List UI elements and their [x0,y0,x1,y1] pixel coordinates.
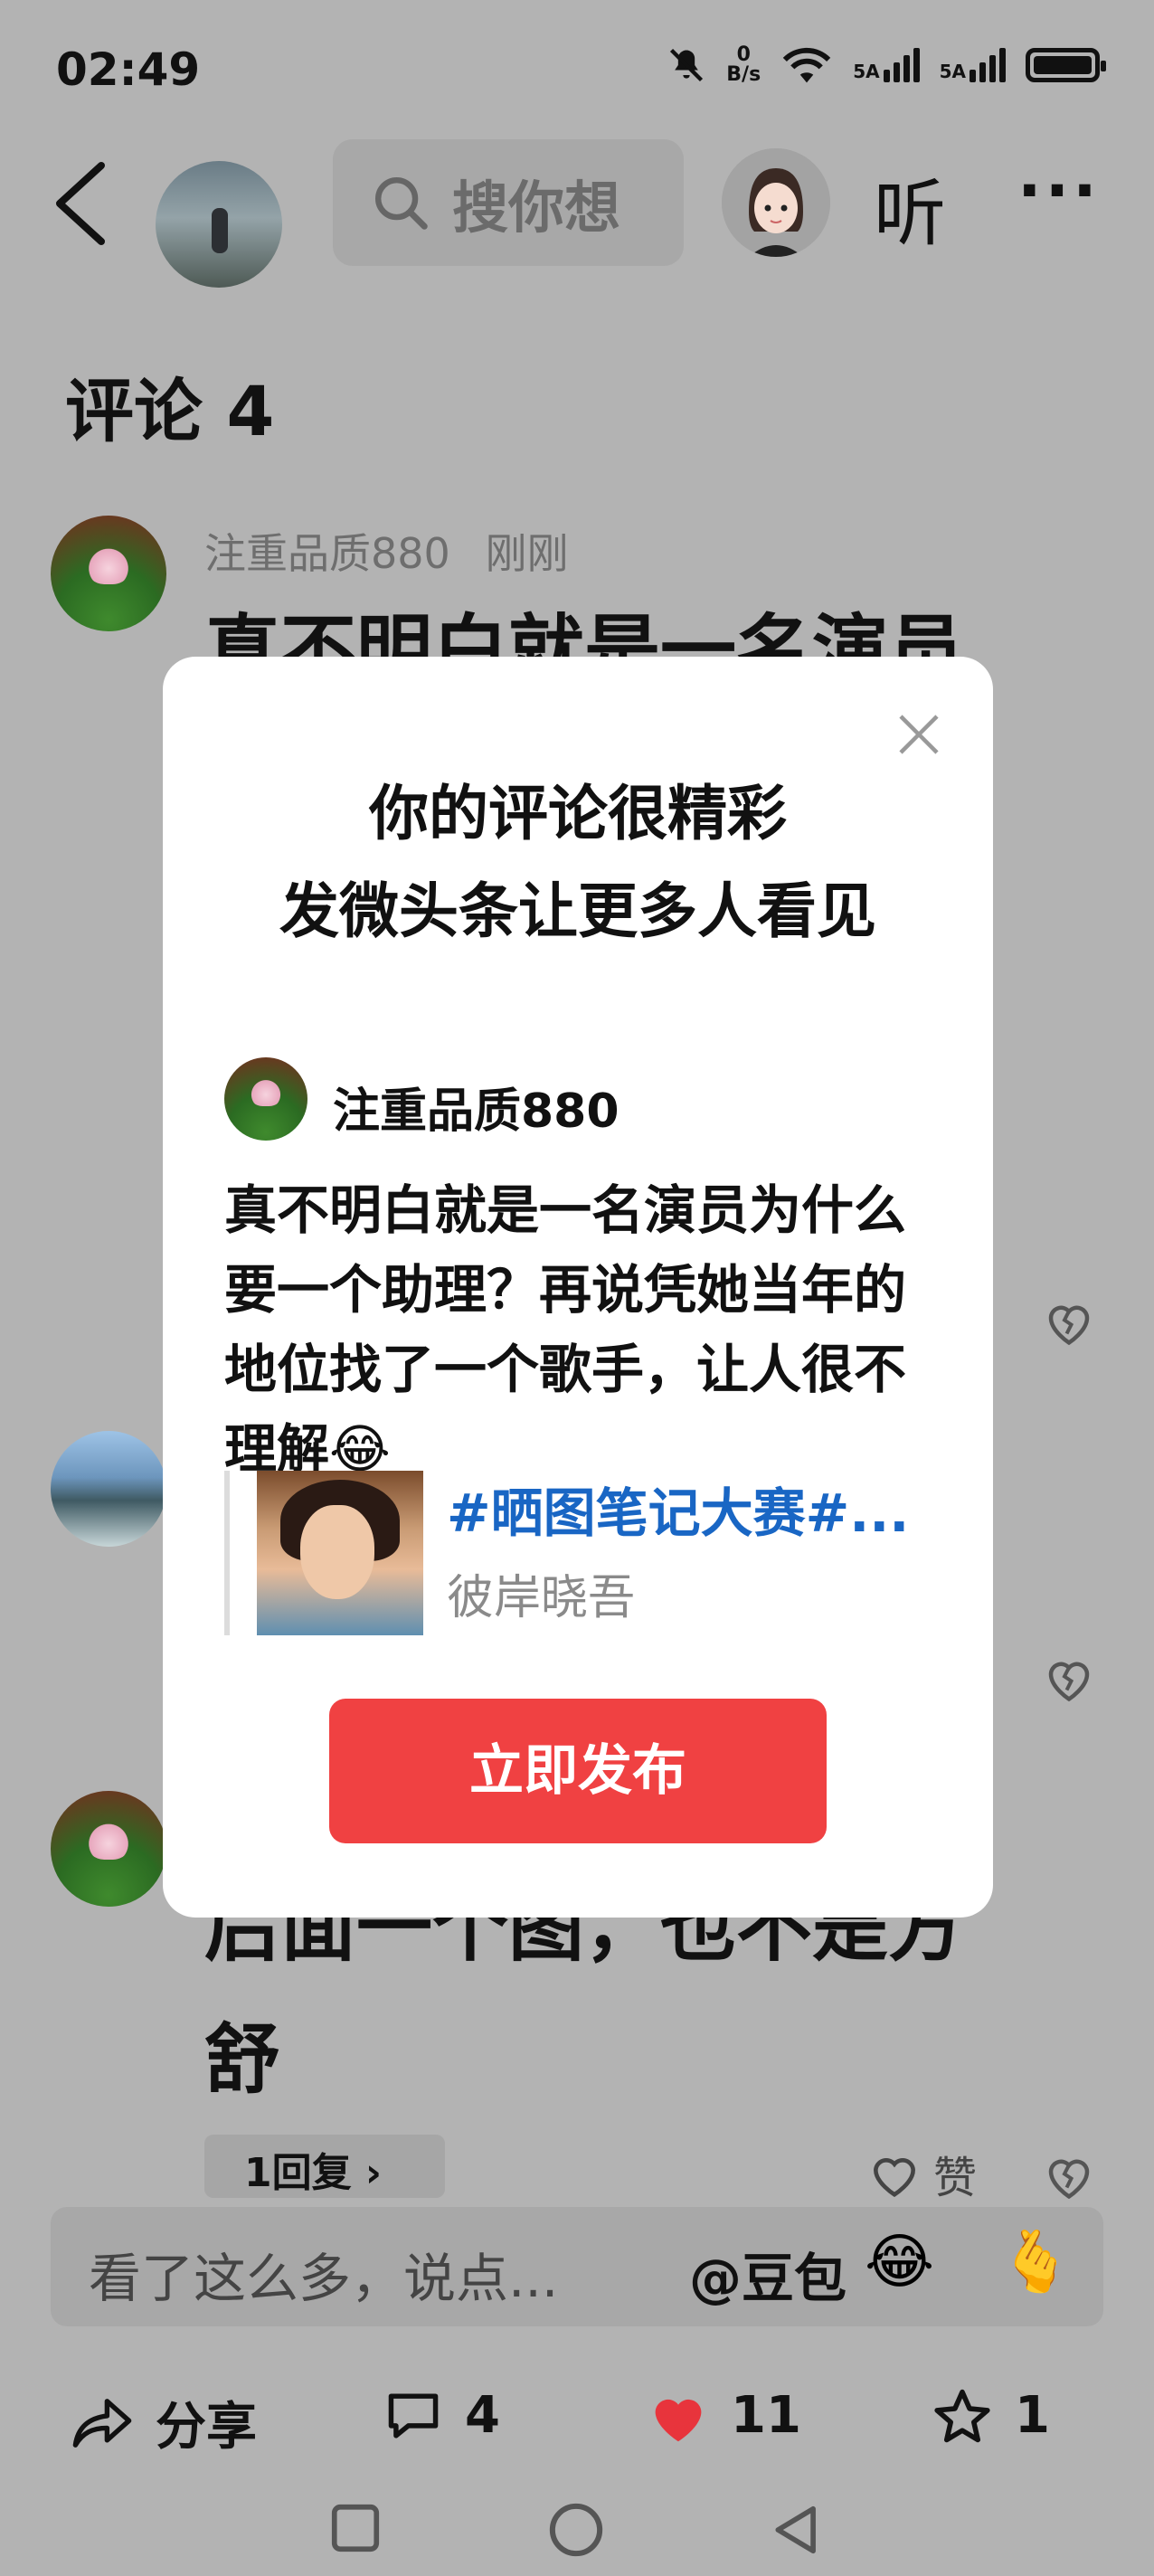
recent-apps-icon[interactable] [327,2500,383,2556]
post-thumbnail [257,1471,423,1635]
comments-title: 评论 4 [65,371,275,451]
comment-text-line: 舒 [204,2015,281,2104]
share-label: 分享 [156,2398,257,2457]
mute-icon [670,48,704,82]
favorite-button[interactable]: 1 [932,2386,1050,2445]
like-button[interactable]: 赞 [866,2142,977,2205]
top-nav: 搜你想 听 ··· [0,136,1154,288]
mention-doubao[interactable]: @豆包 [689,2236,847,2312]
share-button[interactable]: 分享 [71,2386,257,2459]
comment-avatar-1[interactable] [51,516,166,631]
post-hashtag: #晒图笔记大赛#... [447,1482,910,1544]
comment-count: 4 [465,2386,500,2445]
comment-time: 刚刚 [485,529,569,578]
back-icon[interactable] [47,158,119,249]
share-icon [72,2398,132,2448]
close-icon[interactable] [892,707,946,762]
quote-divider [224,1471,230,1635]
like-count-button[interactable]: 11 [648,2386,801,2445]
comment-input[interactable]: 看了这么多，说点... @豆包 😂 🫰 [51,2207,1103,2326]
post-author: 彼岸晓吾 [447,1571,636,1625]
comment-count-button[interactable]: 4 [383,2386,500,2445]
comment-icon [388,2392,439,2439]
author-avatar[interactable] [156,161,282,288]
system-nav-bar [0,2486,1154,2576]
dislike-icon[interactable] [1042,2149,1096,2203]
search-input[interactable]: 搜你想 [333,139,684,266]
net-speed-unit: B/s [726,63,761,86]
more-button[interactable]: ··· [1017,154,1101,228]
battery-icon [1026,48,1106,82]
status-icons: 0 B/s 5A 5A [667,45,1106,85]
signal-2-label: 5A [939,61,966,82]
wifi-icon [782,47,831,83]
dialog-subheading: 发微头条让更多人看见 [279,876,876,946]
net-speed-value: 0 [736,43,751,66]
reply-count-button[interactable]: 1回复 › [204,2135,445,2198]
comment-meta: 注重品质880 刚刚 [204,521,568,581]
status-bar: 02:49 0 B/s 5A 5A [0,0,1154,136]
signal-1-label: 5A [853,61,880,82]
emoji-heart-hand-icon[interactable]: 🫰 [998,2227,1073,2297]
comment-avatar-2[interactable] [51,1431,166,1547]
publish-prompt-dialog: 你的评论很精彩 发微头条让更多人看见 注重品质880 真不明白就是一名演员为什么… [163,657,993,1918]
signal-icon-2: 5A [940,48,1006,82]
back-nav-icon[interactable] [769,2500,825,2560]
listen-button[interactable]: 听 [874,156,946,260]
dialog-comment-text: 真不明白就是一名演员为什么要一个助理？再说凭她当年的地位找了一个歌手，让人很不理… [224,1179,907,1480]
dislike-icon[interactable] [1042,1295,1096,1350]
net-speed: 0 B/s [726,45,761,85]
home-icon[interactable] [546,2500,606,2560]
like-count: 11 [731,2386,801,2445]
dialog-user-avatar [224,1057,307,1141]
dislike-icon[interactable] [1042,1652,1096,1706]
emoji-laugh-icon[interactable]: 😂 [865,2227,934,2297]
search-placeholder: 搜你想 [452,175,621,241]
dialog-username: 注重品质880 [333,1084,620,1139]
publish-now-button[interactable]: 立即发布 [329,1699,827,1843]
dialog-heading: 你的评论很精彩 [369,779,787,848]
comment-avatar-3[interactable] [51,1791,166,1907]
heart-filled-icon [655,2399,702,2441]
star-icon [934,2389,990,2442]
heart-outline-icon [874,2158,915,2197]
ai-assistant-avatar[interactable] [722,148,830,257]
comment-input-placeholder: 看了这么多，说点... [89,2248,559,2309]
signal-icon: 5A [853,48,920,82]
like-label: 赞 [933,2153,978,2203]
status-time: 02:49 [56,43,201,96]
comment-username[interactable]: 注重品质880 [204,529,450,578]
search-icon [375,177,428,230]
favorite-count: 1 [1015,2386,1050,2445]
bottom-action-bar: 分享 4 11 1 [0,2370,1154,2469]
